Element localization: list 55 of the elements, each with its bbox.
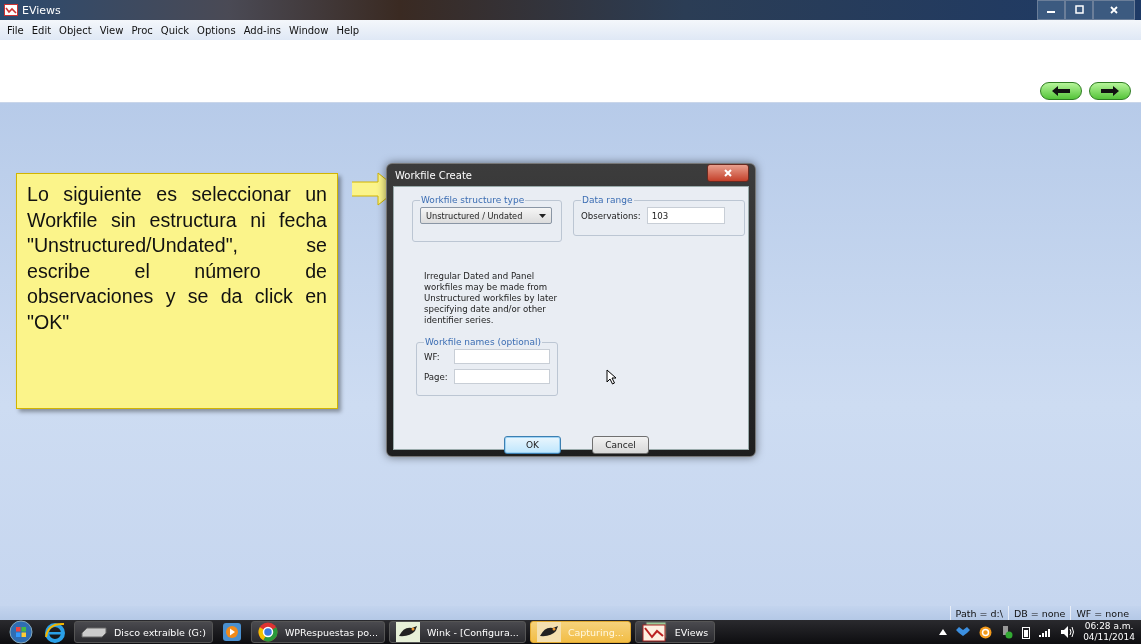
menu-item[interactable]: Edit [27,24,56,36]
minimize-button[interactable] [1037,0,1065,20]
chart-icon [4,4,18,16]
observations-field[interactable]: 103 [646,207,725,224]
caret-icon [539,213,546,218]
close-icon [723,168,733,178]
restore-icon [1074,5,1084,15]
play-icon[interactable] [222,623,241,641]
name-field[interactable] [453,349,550,364]
browser-icon [257,622,278,642]
menu-item[interactable]: Add-ins [239,24,285,36]
ok-button[interactable]: OK [504,436,561,454]
forward-button[interactable] [1089,82,1131,100]
dialog-title: Workfile Create [395,169,472,181]
close-button[interactable] [1093,0,1135,20]
name-field[interactable] [453,369,550,384]
field-label: WF: [424,351,440,362]
menu-item[interactable]: File [3,24,28,36]
close-button[interactable] [707,164,749,182]
taskbar-button[interactable]: WPRespuestas po... [250,621,386,643]
signal-icon[interactable] [1039,627,1053,637]
group-title: Data range [581,195,634,205]
clock[interactable]: 06:28 a.m. 04/11/2014 [1083,621,1135,643]
browser-icon[interactable] [44,621,66,643]
cancel-button[interactable]: Cancel [592,436,649,454]
start-button[interactable] [9,620,33,644]
menu-item[interactable]: Object [55,24,96,36]
structure-dropdown[interactable]: Unstructured / Undated [420,207,552,224]
taskbar-button[interactable]: Wink - [Configura... [389,621,526,643]
callout-text: Lo siguiente es seleccionar un Workfile sin estructura ni fecha "Unstructured/Undated", se escribe el número de observaciones y se da click en "OK" [27,182,327,335]
drive-icon [81,625,107,639]
close-icon [1109,5,1119,15]
menu-item[interactable]: Quick [156,24,194,36]
taskbar-button[interactable]: EViews [634,621,716,643]
back-button[interactable] [1040,82,1082,100]
help-text: Irregular Dated and Panel workfiles may be made from Unstructured workfiles by later specifying date and/or other identifier series. [424,271,559,326]
taskbar-button[interactable]: Disco extraíble (G:) [74,621,213,643]
battery-icon[interactable] [1022,625,1031,639]
menu-item[interactable]: Window [284,24,333,36]
restore-button[interactable] [1065,0,1093,20]
field-label: Observations: [581,210,641,221]
group-title: Workfile names (optional) [424,337,542,347]
caret-icon[interactable] [939,629,948,635]
menu-item[interactable]: Proc [127,24,157,36]
speaker-icon[interactable] [1061,626,1075,638]
circle-icon[interactable] [979,625,993,639]
window-title: EViews [22,3,61,17]
menu-item[interactable]: Options [193,24,240,36]
group-title: Workfile structure type [420,195,526,205]
chart-icon [641,622,668,642]
cursor-icon [606,369,617,385]
menu-item[interactable]: Help [332,24,364,36]
menu-item[interactable]: View [95,24,128,36]
usb-icon[interactable] [1001,625,1014,639]
field-label: Page: [424,371,448,382]
